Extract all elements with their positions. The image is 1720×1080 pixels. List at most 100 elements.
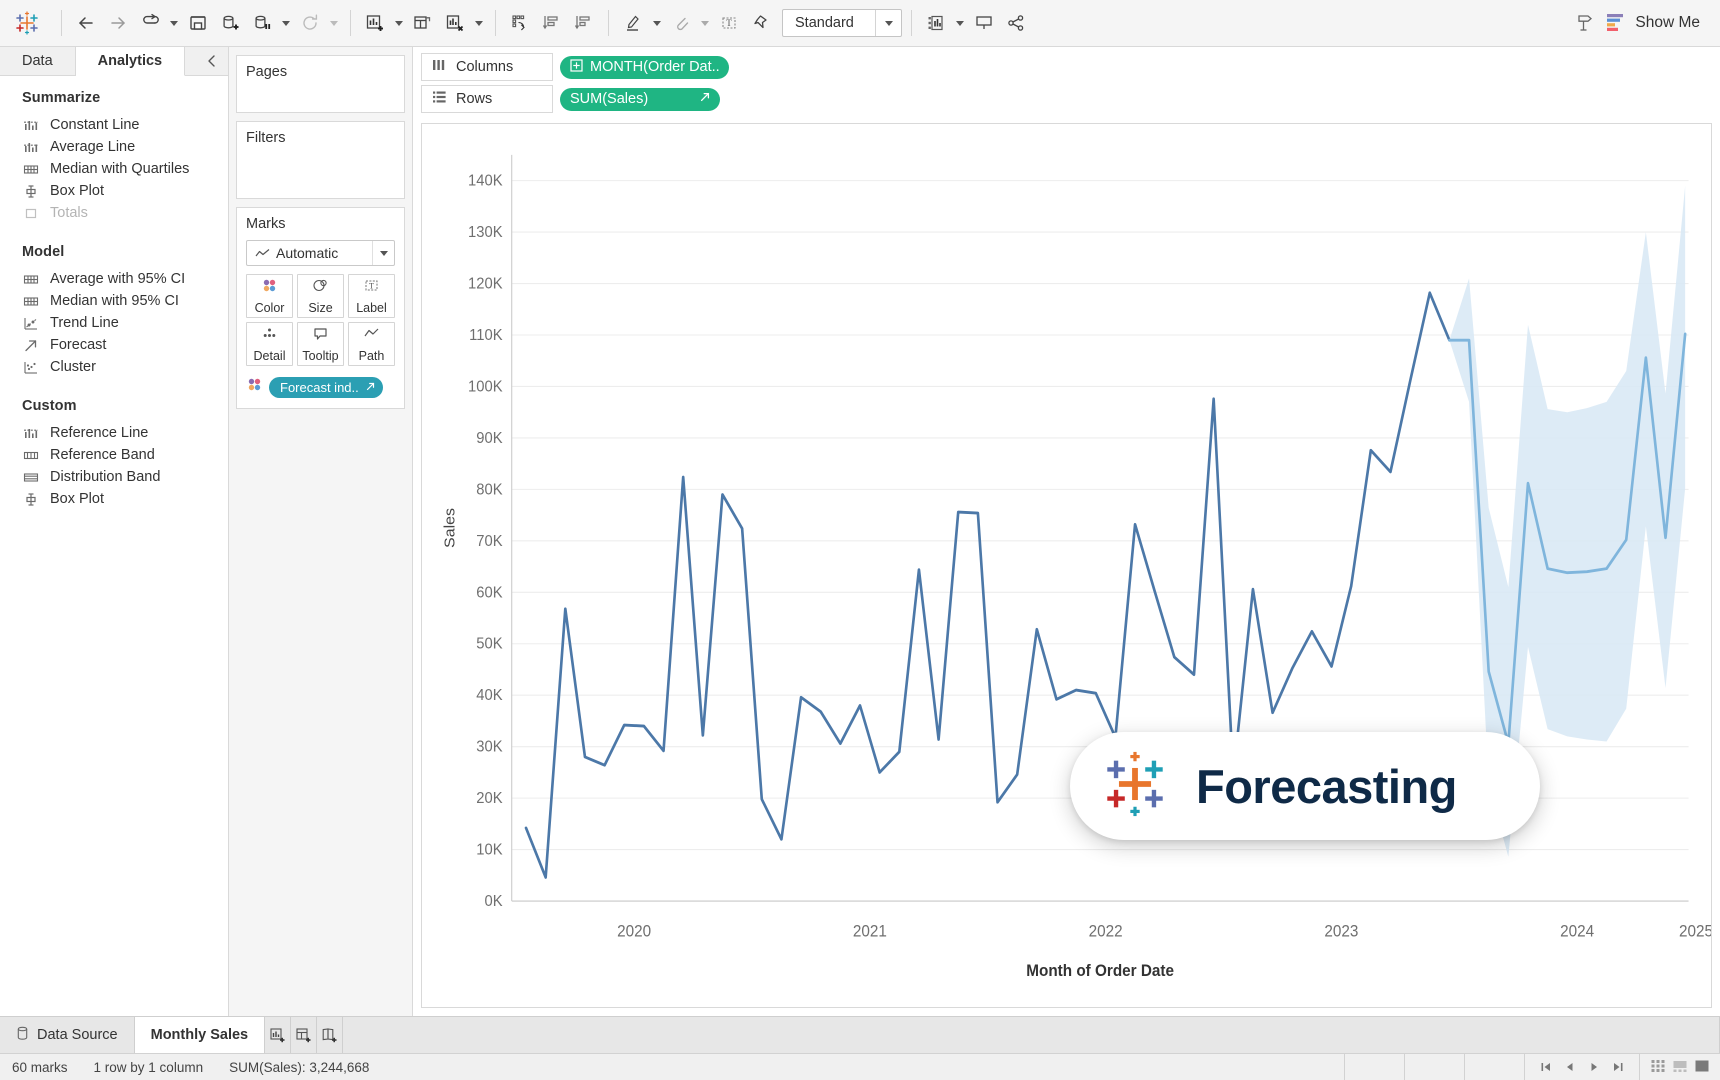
pill-menu-icon[interactable] [365,380,376,395]
share-button[interactable] [1001,8,1031,38]
pill-menu-icon[interactable] [699,91,711,107]
highlighter-dropdown[interactable] [650,9,664,37]
fit-chart-dropdown[interactable] [953,9,967,37]
marks-color-button[interactable]: Color [246,274,293,318]
refresh-button[interactable] [295,8,325,38]
columns-shelf-drop[interactable]: MONTH(Order Dat.. [553,53,1712,81]
new-worksheet-icon[interactable] [265,1017,291,1053]
fit-select[interactable]: Standard [782,9,902,37]
last-page-icon[interactable] [1607,1056,1629,1078]
tab-data[interactable]: Data [0,47,76,75]
group-members-dropdown[interactable] [698,9,712,37]
single-view-icon[interactable] [1694,1058,1710,1077]
marks-button-label: Detail [254,349,286,363]
fit-chart-button[interactable] [921,8,951,38]
duplicate-sheet-button[interactable] [408,8,438,38]
next-page-icon[interactable] [1583,1056,1605,1078]
rows-pill-sum-sales[interactable]: SUM(Sales) [560,88,720,111]
x-axis-title: Month of Order Date [1026,963,1174,981]
chart-canvas[interactable]: 0K10K20K30K40K50K60K70K80K90K100K110K120… [421,123,1712,1008]
shelves: Columns MONTH(Order Dat.. [413,47,1720,123]
swap-axes-button[interactable] [505,8,535,38]
sales-forecast-line-chart[interactable]: 0K10K20K30K40K50K60K70K80K90K100K110K120… [422,124,1711,1007]
filters-card[interactable]: Filters [236,121,405,199]
sheet-button-group [360,8,486,38]
analytics-item-cluster[interactable]: Cluster [0,356,228,378]
data-source-label: Data Source [37,1027,118,1043]
highlighter-button[interactable] [618,8,648,38]
marks-detail-button[interactable]: Detail [246,322,293,366]
columns-pill-month-order-date[interactable]: MONTH(Order Dat.. [560,56,729,79]
show-me-icon [1605,11,1627,36]
sort-ascending-button[interactable] [537,8,567,38]
new-worksheet-dropdown[interactable] [392,9,406,37]
new-dashboard-icon[interactable] [291,1017,317,1053]
sheet-tab-filler [343,1017,1720,1053]
pages-card[interactable]: Pages [236,55,405,113]
y-axis-tick-label: 120K [468,275,503,293]
marks-tooltip-button[interactable]: Tooltip [297,322,344,366]
tab-analytics[interactable]: Analytics [76,47,185,76]
new-data-source-button[interactable] [215,8,245,38]
analytics-item-box-plot-custom[interactable]: Box Plot [0,488,228,510]
mark-type-select[interactable]: Automatic [246,240,395,266]
analytics-item-average-line[interactable]: Average Line [0,136,228,158]
analytics-item-forecast[interactable]: Forecast [0,334,228,356]
grid-view-icon[interactable] [1650,1058,1666,1077]
chevron-left-icon[interactable] [196,47,228,75]
analytics-item-box-plot[interactable]: Box Plot [0,180,228,202]
clear-sheet-dropdown[interactable] [472,9,486,37]
section-title-model: Model [0,224,228,268]
y-axis-tick-label: 110K [469,326,503,344]
show-mark-labels-button[interactable]: T [714,8,744,38]
save-button[interactable] [183,8,213,38]
sort-descending-button[interactable] [569,8,599,38]
rows-shelf-drop[interactable]: SUM(Sales) [553,85,1712,113]
x-axis-tick-label: 2024 [1560,923,1594,941]
refresh-dropdown[interactable] [327,9,341,37]
marks-label-button[interactable]: T Label [348,274,395,318]
fix-axes-button[interactable] [746,8,776,38]
undo-redo-button[interactable] [135,8,165,38]
analytics-item-constant-line[interactable]: Constant Line [0,114,228,136]
presentation-mode-button[interactable] [969,8,999,38]
data-source-tab[interactable]: Data Source [0,1017,135,1053]
marks-color-pill[interactable]: Forecast ind.. [269,377,383,398]
analytics-item-label: Reference Band [50,447,155,463]
analytics-item-median-with-95-ci[interactable]: Median with 95% CI [0,290,228,312]
filmstrip-view-icon[interactable] [1672,1058,1688,1077]
sheet-tab-monthly-sales[interactable]: Monthly Sales [135,1017,266,1053]
show-me-button[interactable]: Show Me [1599,7,1710,40]
forward-button[interactable] [103,8,133,38]
new-story-icon[interactable] [317,1017,343,1053]
prev-page-icon[interactable] [1559,1056,1581,1078]
status-bar: 60 marks 1 row by 1 column SUM(Sales): 3… [0,1053,1720,1080]
mark-type-dropdown-button[interactable] [372,241,394,265]
fit-dropdown-button[interactable] [875,10,901,36]
analytics-item-distribution-band[interactable]: Distribution Band [0,466,228,488]
marks-size-button[interactable]: Size [297,274,344,318]
panel-tabs: Data Analytics [0,47,228,76]
clear-sheet-button[interactable] [440,8,470,38]
pause-updates-button[interactable] [247,8,277,38]
analytics-item-reference-band[interactable]: Reference Band [0,444,228,466]
analytics-item-reference-line[interactable]: Reference Line [0,422,228,444]
signpost-icon[interactable] [1569,8,1599,38]
tableau-logo-icon [1100,749,1170,824]
analytics-item-median-with-quartiles[interactable]: Median with Quartiles [0,158,228,180]
group-members-button[interactable] [666,8,696,38]
analytics-item-trend-line[interactable]: Trend Line [0,312,228,334]
first-page-icon[interactable] [1535,1056,1557,1078]
analytics-item-average-with-95-ci[interactable]: Average with 95% CI [0,268,228,290]
marks-button-label: Tooltip [302,349,338,363]
new-worksheet-button[interactable] [360,8,390,38]
tableau-logo-icon[interactable] [10,6,44,40]
marks-path-button[interactable]: Path [348,322,395,366]
undo-redo-dropdown[interactable] [167,9,181,37]
y-axis-tick-label: 20K [476,790,503,808]
expand-plus-icon[interactable] [570,59,583,76]
page-navigation [1524,1054,1639,1080]
pause-updates-dropdown[interactable] [279,9,293,37]
analytics-item-label: Median with Quartiles [50,161,189,177]
back-button[interactable] [71,8,101,38]
